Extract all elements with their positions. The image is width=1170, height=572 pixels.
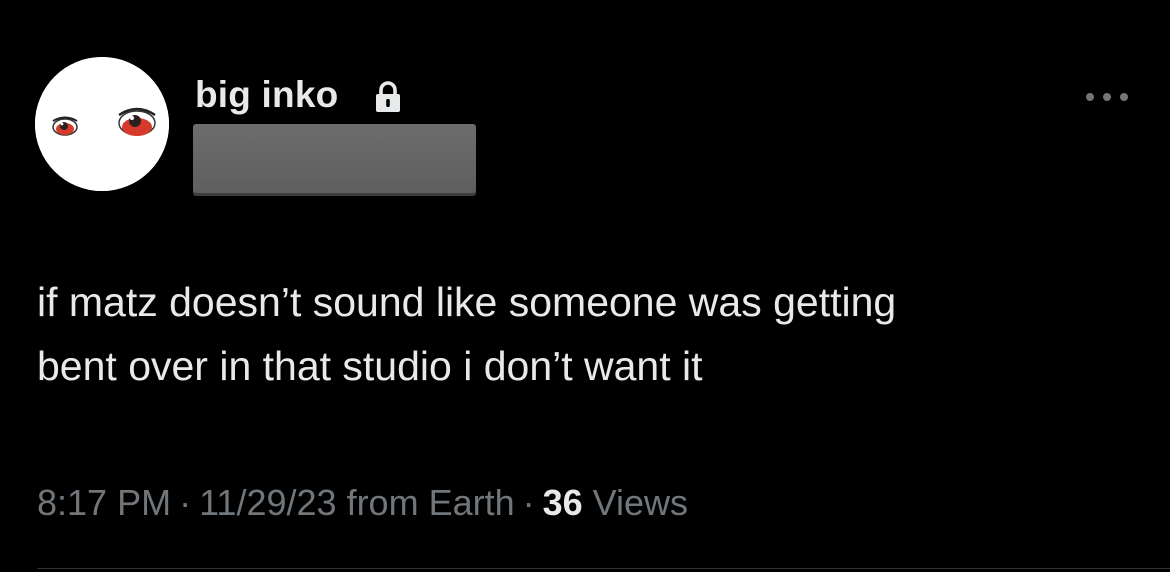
avatar-image xyxy=(35,57,169,191)
tweet: big inko if matz doesn’t sound like some… xyxy=(0,0,1170,572)
redacted-handle xyxy=(193,124,476,196)
views-count[interactable]: 36 xyxy=(543,482,583,523)
tweet-text: if matz doesn’t sound like someone was g… xyxy=(37,279,897,389)
meta-separator: · xyxy=(179,482,192,523)
more-dots-icon xyxy=(1086,93,1128,101)
meta-separator: · xyxy=(522,482,535,523)
views-label[interactable]: Views xyxy=(593,482,688,523)
tweet-time[interactable]: 8:17 PM xyxy=(37,482,171,523)
divider xyxy=(37,568,1170,569)
lock-icon xyxy=(373,80,403,114)
more-button[interactable] xyxy=(1082,82,1132,112)
display-name[interactable]: big inko xyxy=(195,74,338,116)
tweet-date[interactable]: 11/29/23 xyxy=(199,482,336,523)
tweet-meta: 8:17 PM · 11/29/23 from Earth · 36 Views xyxy=(37,482,688,524)
tweet-source: from Earth xyxy=(346,482,515,523)
avatar[interactable] xyxy=(35,57,169,191)
